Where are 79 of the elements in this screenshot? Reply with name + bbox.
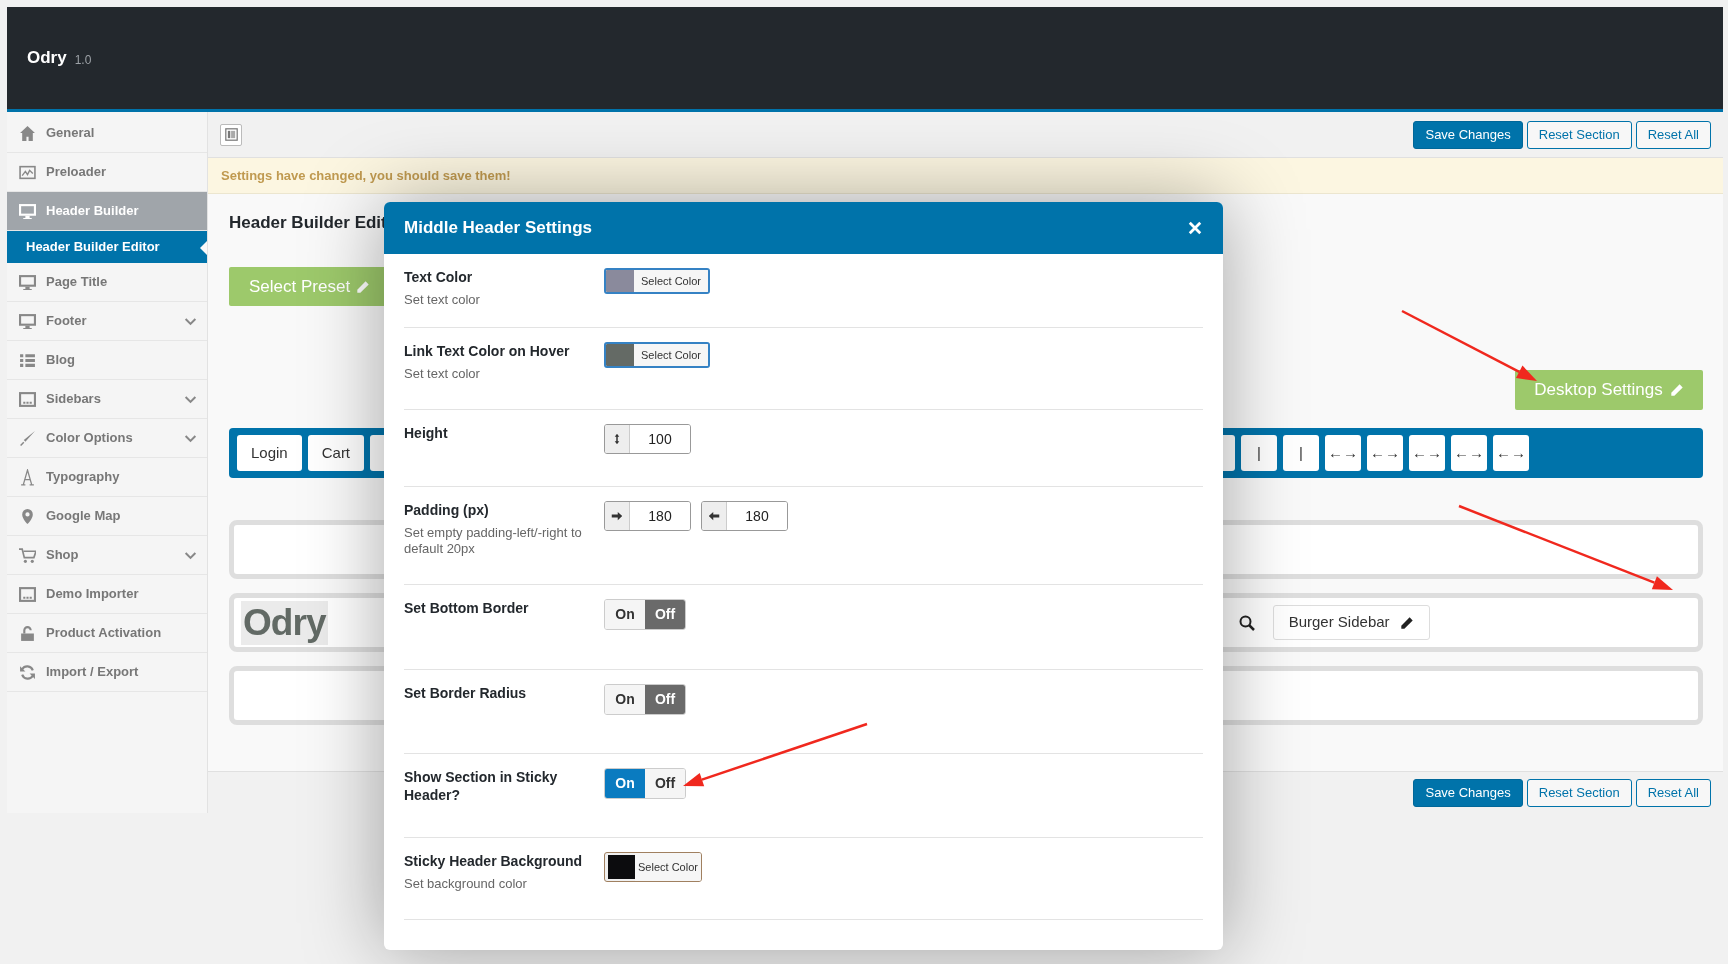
element-chip[interactable]: Cart	[307, 435, 365, 471]
element-chip[interactable]: Login	[237, 435, 302, 471]
app-title: Odry	[27, 47, 67, 70]
save-button[interactable]: Save Changes	[1413, 120, 1523, 149]
right-arrow-icon	[611, 510, 623, 522]
color-picker-button[interactable]: Select Color	[604, 268, 710, 294]
field-label: Link Text Color on Hover	[404, 342, 571, 360]
number-field[interactable]: 180	[604, 501, 691, 531]
number-field[interactable]: 180	[701, 501, 788, 531]
refresh-icon	[19, 663, 36, 681]
color-picker-button[interactable]: Select Color	[604, 852, 702, 882]
element-chip[interactable]: ←→	[1493, 435, 1530, 471]
close-button[interactable]	[1187, 220, 1203, 236]
layout-toggle-button[interactable]	[220, 123, 242, 146]
brush-icon	[19, 429, 36, 447]
modal-title: Middle Header Settings	[404, 217, 592, 240]
pencil-icon	[356, 279, 371, 294]
element-chip[interactable]: |	[1283, 435, 1320, 471]
list-icon	[19, 351, 36, 369]
field-label: Set Bottom Border	[404, 599, 530, 617]
color-picker-button[interactable]: Select Color	[604, 342, 710, 368]
element-chip[interactable]: |	[1241, 435, 1278, 471]
padlock-icon	[19, 624, 36, 642]
serif-letter-icon	[19, 468, 36, 486]
sidebar-item[interactable]: Blog	[7, 341, 207, 380]
monitor-icon	[19, 273, 36, 291]
sidebar-item[interactable]: Page Title	[7, 263, 207, 302]
sidebar-item[interactable]: Footer	[7, 302, 207, 341]
left-arrow-icon	[708, 510, 720, 522]
on-off-toggle[interactable]: On Off	[604, 684, 686, 715]
sidebar-item[interactable]: Sidebars	[7, 380, 207, 419]
field-label: Padding (px)	[404, 501, 490, 519]
home-icon	[19, 124, 36, 142]
panel-icon	[19, 390, 36, 408]
sidebar-subitem[interactable]: Header Builder Editor	[7, 231, 207, 263]
on-off-toggle[interactable]: On Off	[604, 599, 686, 630]
element-chip[interactable]: ←→	[1409, 435, 1446, 471]
reset-button[interactable]: Reset Section	[1526, 778, 1632, 807]
close-icon	[1188, 221, 1202, 235]
sidebar-item[interactable]: Import / Export	[7, 653, 207, 692]
reset-button[interactable]: Reset All	[1635, 120, 1711, 149]
reset-button[interactable]: Reset All	[1635, 778, 1711, 807]
element-chip[interactable]: ←→	[1325, 435, 1362, 471]
field-description: Set text color	[404, 366, 481, 382]
sidebar-item[interactable]: General	[7, 114, 207, 153]
element-chip[interactable]: ←→	[1451, 435, 1488, 471]
element-chip[interactable]: ←→	[1367, 435, 1404, 471]
save-button[interactable]: Save Changes	[1413, 778, 1523, 807]
field-description: Set empty padding-left/-right to default 20px	[404, 525, 583, 557]
field-label: Sticky Header Background	[404, 852, 584, 870]
field-label: Text Color	[404, 268, 474, 286]
map-pin-icon	[19, 507, 36, 525]
field-description: Set text color	[404, 292, 481, 308]
pencil-icon	[1669, 383, 1684, 397]
sidebar-item[interactable]: Google Map	[7, 497, 207, 536]
chart-icon	[19, 163, 36, 181]
field-label: Height	[404, 424, 449, 442]
field-label: Set Border Radius	[404, 684, 528, 702]
field-label: Show Section in Sticky Header?	[404, 768, 559, 804]
burger-sidebar-button[interactable]: Burger Sidebar	[1272, 605, 1430, 640]
pencil-icon	[1399, 615, 1414, 630]
monitor-icon	[19, 312, 36, 330]
sidebar-item[interactable]: Typography	[7, 458, 207, 497]
panel-icon	[224, 128, 238, 141]
cart-icon	[19, 546, 36, 564]
field-description: Set background color	[404, 876, 528, 892]
logo: Odry	[241, 600, 328, 645]
on-off-toggle[interactable]: On Off	[604, 768, 686, 799]
app-version: 1.0	[74, 51, 92, 69]
panel-icon	[19, 585, 36, 603]
reset-button[interactable]: Reset Section	[1526, 120, 1632, 149]
sidebar-item[interactable]: Demo Importer	[7, 575, 207, 614]
search-icon	[1238, 614, 1255, 631]
sidebar-item[interactable]: Shop	[7, 536, 207, 575]
number-field[interactable]: 100	[604, 424, 691, 454]
monitor-icon	[19, 202, 36, 220]
sidebar-item[interactable]: Color Options	[7, 419, 207, 458]
notice-message: Settings have changed, you should save them!	[208, 158, 1723, 194]
sidebar-item[interactable]: Product Activation	[7, 614, 207, 653]
